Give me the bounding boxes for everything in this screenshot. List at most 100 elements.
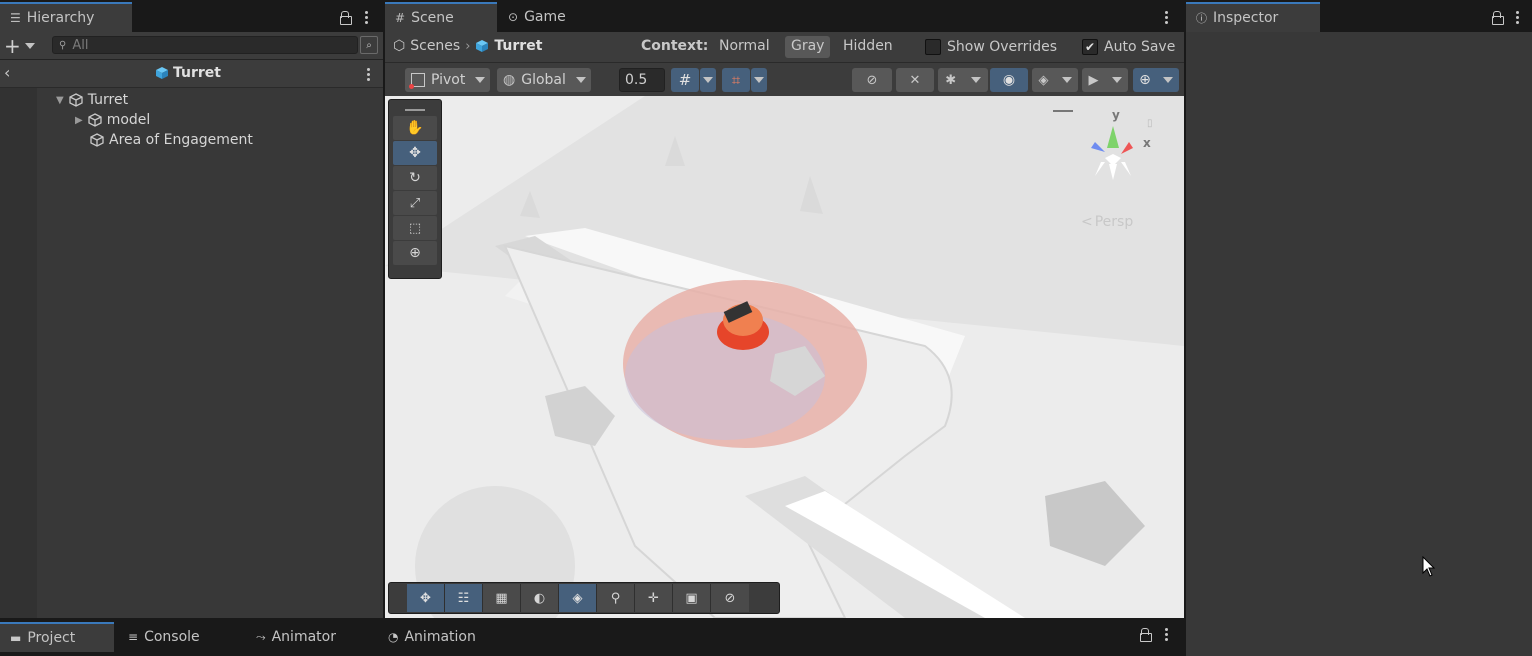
chevron-down-icon — [475, 77, 486, 83]
chevron-down-icon — [575, 77, 586, 83]
bottom-panel: ▬ Project ≡ Console ⤳ Animator ◔ Animati… — [0, 620, 1184, 656]
persp-label[interactable]: < Persp — [1081, 214, 1133, 230]
camera-icon: ▣ — [685, 590, 698, 606]
pivot-label: Pivot — [431, 72, 466, 88]
scale-tool-button[interactable]: ⤢ — [393, 191, 437, 215]
show-overrides-label: Show Overrides — [947, 39, 1058, 55]
search-scene-button[interactable]: ⌕ — [360, 36, 378, 54]
show-overrides-checkbox[interactable] — [925, 39, 941, 55]
collapse-arrow-icon[interactable]: ▶ — [75, 115, 83, 126]
pivot-dropdown[interactable]: Pivot — [405, 68, 490, 92]
lock-icon[interactable] — [340, 11, 352, 25]
breadcrumb: ⬡ Scenes › Turret — [393, 38, 542, 54]
bottom-menu-icon[interactable] — [1159, 624, 1173, 644]
overlay-pivot-button[interactable]: ✛ — [635, 584, 673, 612]
snap-value-field[interactable]: 0.5 — [619, 68, 665, 92]
tab-project[interactable]: ▬ Project — [0, 622, 114, 652]
overlay-move-button[interactable]: ✥ — [407, 584, 445, 612]
layers-dropdown[interactable]: ◈ — [1032, 68, 1078, 92]
tab-hierarchy[interactable]: ☰ Hierarchy — [0, 2, 132, 32]
increment-snap-button[interactable]: ⌗ — [722, 68, 750, 92]
rect-tool-button[interactable]: ⬚ — [393, 216, 437, 240]
scene-menu-icon[interactable] — [361, 64, 375, 84]
hand-icon: ✋ — [406, 120, 424, 136]
eye-icon: ◉ — [1002, 72, 1016, 88]
rect-icon: ⬚ — [408, 220, 422, 236]
tab-animator[interactable]: ⤳ Animator — [246, 622, 370, 652]
overlay-compass-button[interactable]: ⊘ — [711, 584, 749, 612]
search-input[interactable]: All — [72, 38, 88, 53]
fx-toggle-button[interactable]: ✱ — [938, 68, 988, 92]
2d-toggle-button[interactable]: ⊘ — [852, 68, 892, 92]
orientation-gizmo[interactable]: ▯ y x < Persp — [1053, 108, 1175, 230]
increment-snap-dropdown[interactable] — [751, 68, 767, 92]
hand-tool-button[interactable]: ✋ — [393, 116, 437, 140]
overlay-settings-button[interactable]: ☷ — [445, 584, 483, 612]
global-label: Global — [521, 72, 566, 88]
inspector-menu-icon[interactable] — [1510, 7, 1524, 27]
chevron-down-icon — [24, 43, 35, 49]
overlay-search-button[interactable]: ⚲ — [597, 584, 635, 612]
scene-toolbar: Pivot ◍ Global 0.5 # ⌗ ⊘ ✕ ✱ ◉ ◈ ▶ ⊕ — [385, 62, 1184, 96]
scene-panel: # Scene ⊙ Game ⬡ Scenes › Turret Context… — [385, 0, 1184, 618]
grid-snap-button[interactable]: # — [671, 68, 699, 92]
rotate-tool-button[interactable]: ↻ — [393, 166, 437, 190]
tab-inspector[interactable]: ⓘ Inspector — [1186, 2, 1320, 32]
context-hidden-button[interactable]: Hidden — [843, 38, 893, 54]
gamepad-icon: ⊙ — [508, 10, 519, 24]
expand-arrow-icon[interactable]: ▼ — [56, 95, 64, 106]
tab-game[interactable]: ⊙ Game — [498, 2, 594, 32]
tab-animation[interactable]: ◔ Animation — [378, 622, 502, 652]
chevron-down-icon — [1061, 77, 1072, 83]
overlay-navigation-button[interactable]: ◈ — [559, 584, 597, 612]
hierarchy-menu-icon[interactable] — [359, 7, 373, 27]
camera-dropdown[interactable]: ▶ — [1082, 68, 1128, 92]
list-icon: ☰ — [10, 11, 21, 25]
global-dropdown[interactable]: ◍ Global — [497, 68, 591, 92]
axis-gizmo-icon — [1091, 126, 1133, 180]
grid-snap-dropdown[interactable] — [700, 68, 716, 92]
tab-scene[interactable]: # Scene — [385, 2, 497, 32]
search-field[interactable]: ⚲ All — [52, 36, 358, 54]
scene-tab-menu-icon[interactable] — [1159, 7, 1173, 27]
console-icon: ≡ — [128, 630, 139, 644]
move-tool-button[interactable]: ✥ — [393, 141, 437, 165]
show-overrides-toggle[interactable]: Show Overrides — [925, 39, 1057, 55]
auto-save-checkbox[interactable]: ✔ — [1082, 39, 1098, 55]
scene-viewport[interactable]: ✋ ✥ ↻ ⤢ ⬚ ⊕ ▯ y x < Persp ✥ ☷ ▦ ◐ ◈ ⚲ ✛ … — [385, 96, 1184, 618]
gameobject-cube-icon — [69, 93, 83, 107]
lock-icon[interactable] — [1140, 628, 1152, 642]
tree-item[interactable]: ▼ Turret — [56, 90, 128, 110]
transform-icon: ⊕ — [409, 245, 421, 261]
scale-icon: ⤢ — [409, 195, 421, 211]
info-icon: ⓘ — [1196, 12, 1207, 25]
folder-icon: ▬ — [10, 631, 22, 645]
context-normal-button[interactable]: Normal — [719, 38, 770, 54]
prefab-bar: ⬡ Scenes › Turret Context: Normal Gray H… — [385, 32, 1184, 62]
back-icon[interactable]: ‹ — [4, 63, 10, 82]
lighting-toggle-button[interactable]: ✕ — [896, 68, 934, 92]
breadcrumb-turret[interactable]: Turret — [494, 38, 542, 54]
checkmark-icon: ✔ — [1084, 40, 1096, 54]
scene-visibility-button[interactable]: ◉ — [990, 68, 1028, 92]
auto-save-toggle[interactable]: ✔ Auto Save — [1082, 39, 1175, 55]
transform-tool-button[interactable]: ⊕ — [393, 241, 437, 265]
tab-console[interactable]: ≡ Console — [118, 622, 236, 652]
gizmo-handle — [1053, 110, 1073, 112]
gizmos-dropdown[interactable]: ⊕ — [1133, 68, 1179, 92]
tree-item[interactable]: Area of Engagement — [90, 130, 253, 150]
tab-game-label: Game — [524, 9, 566, 25]
create-button[interactable]: + — [4, 36, 38, 56]
inspector-panel: ⓘ Inspector — [1186, 0, 1532, 656]
drag-handle[interactable] — [405, 109, 425, 111]
breadcrumb-scenes[interactable]: Scenes — [410, 38, 460, 54]
chevron-right-icon: › — [465, 38, 471, 54]
hierarchy-toolbar: + ⚲ All ⌕ — [0, 32, 383, 60]
overlay-shading-button[interactable]: ◐ — [521, 584, 559, 612]
overlay-grid-button[interactable]: ▦ — [483, 584, 521, 612]
context-gray-button[interactable]: Gray — [785, 36, 831, 58]
tree-item[interactable]: ▶ model — [75, 110, 150, 130]
overlay-camera-button[interactable]: ▣ — [673, 584, 711, 612]
hash-icon: # — [395, 11, 406, 25]
lock-icon[interactable] — [1492, 11, 1504, 25]
